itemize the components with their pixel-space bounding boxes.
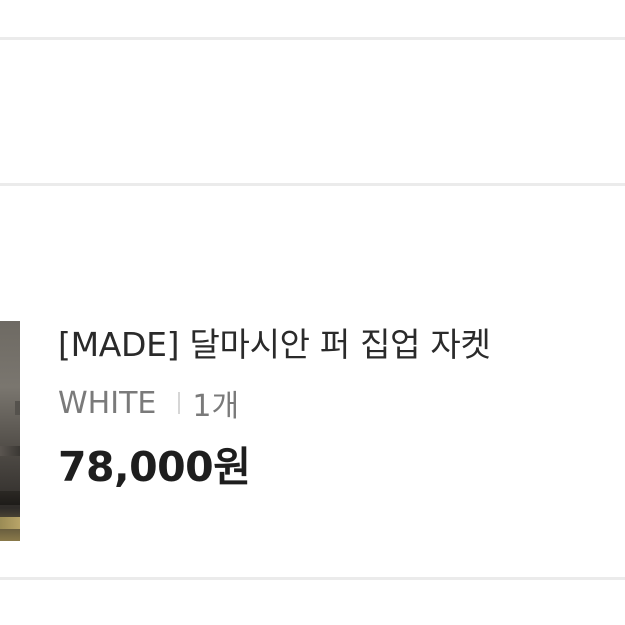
option-quantity: 1개 [192, 389, 240, 424]
section-divider [0, 183, 625, 186]
option-color: WHITE [58, 385, 157, 421]
bottom-divider [0, 577, 625, 580]
product-option-row: WHITE 1개 [58, 380, 239, 426]
product-price: 78,000원 [58, 443, 251, 491]
product-thumbnail[interactable] [0, 321, 20, 541]
order-item-page: [MADE] 달마시안 퍼 집업 자켓 WHITE 1개 78,000원 [0, 0, 625, 625]
top-divider [0, 37, 625, 40]
option-separator [178, 392, 181, 414]
product-title[interactable]: [MADE] 달마시안 퍼 집업 자켓 [58, 322, 491, 368]
